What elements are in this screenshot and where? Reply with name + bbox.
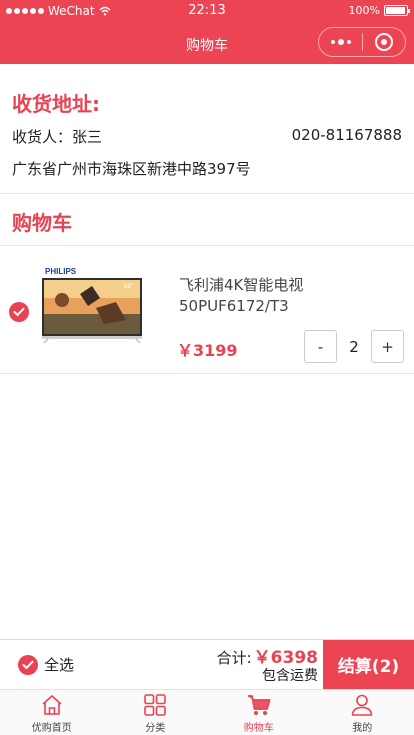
- item-checkbox[interactable]: [9, 302, 29, 322]
- select-all-checkbox[interactable]: [18, 654, 38, 675]
- battery-info: 100%: [348, 4, 410, 17]
- screen-size-label: 58": [124, 284, 133, 290]
- settle-button[interactable]: 结算(2): [323, 640, 414, 689]
- tab-bar: 优购首页 分类 购物车 我的: [0, 689, 414, 735]
- quantity-stepper: - 2 +: [304, 330, 404, 363]
- checkmark-icon: [22, 660, 34, 669]
- more-dot-icon: [337, 39, 344, 45]
- battery-level: 100%: [348, 4, 380, 17]
- item-divider: [0, 373, 414, 374]
- receiver-name: 收货人：张三: [12, 128, 103, 146]
- quantity-value: 2: [349, 337, 359, 356]
- tab-label: 优购首页: [31, 723, 72, 734]
- product-price: ￥3199: [177, 341, 238, 360]
- user-icon: [351, 694, 373, 716]
- cart-icon: [247, 695, 271, 715]
- checkout-bar: 全选 合计: ￥6398 包含运费 结算(2): [0, 639, 414, 689]
- more-button[interactable]: [319, 27, 362, 57]
- product-name[interactable]: 飞利浦4K智能电视50PUF6172/T3: [179, 275, 379, 317]
- tab-home[interactable]: 优购首页: [0, 690, 104, 735]
- tab-category[interactable]: 分类: [104, 690, 208, 735]
- top-bar: WeChat 22:13 100% 购物车: [0, 0, 414, 64]
- close-mini-program-button[interactable]: [363, 27, 405, 57]
- total-label: 合计:: [216, 649, 252, 667]
- product-image[interactable]: PHILIPS 58": [40, 264, 144, 344]
- tab-label: 分类: [145, 723, 166, 734]
- category-icon: [144, 694, 167, 716]
- mini-program-capsule: [318, 27, 406, 57]
- tab-profile[interactable]: 我的: [311, 690, 414, 735]
- select-all-label: 全选: [44, 656, 75, 674]
- more-dot-icon: [346, 40, 351, 44]
- increase-quantity-button[interactable]: +: [371, 330, 404, 363]
- tab-label: 我的: [352, 723, 373, 734]
- brand-logo: PHILIPS: [45, 267, 77, 276]
- decrease-quantity-button[interactable]: -: [304, 330, 337, 363]
- section-divider: [0, 245, 414, 246]
- receiver-address: 广东省广州市海珠区新港中路397号: [12, 160, 251, 178]
- target-icon: [374, 33, 393, 51]
- receiver-phone: 020-81167888: [291, 126, 402, 144]
- more-dot-icon: [330, 40, 335, 44]
- battery-icon: [384, 5, 410, 16]
- checkmark-icon: [13, 307, 25, 317]
- cart-heading: 购物车: [12, 211, 72, 235]
- tab-cart[interactable]: 购物车: [207, 690, 311, 735]
- tab-label: 购物车: [243, 723, 274, 734]
- address-heading: 收货地址:: [12, 92, 100, 116]
- home-icon: [42, 695, 62, 715]
- select-all-toggle[interactable]: 全选: [18, 654, 74, 675]
- section-divider: [0, 193, 414, 194]
- shipping-note: 包含运费: [262, 668, 318, 684]
- status-bar: WeChat 22:13 100%: [0, 0, 414, 22]
